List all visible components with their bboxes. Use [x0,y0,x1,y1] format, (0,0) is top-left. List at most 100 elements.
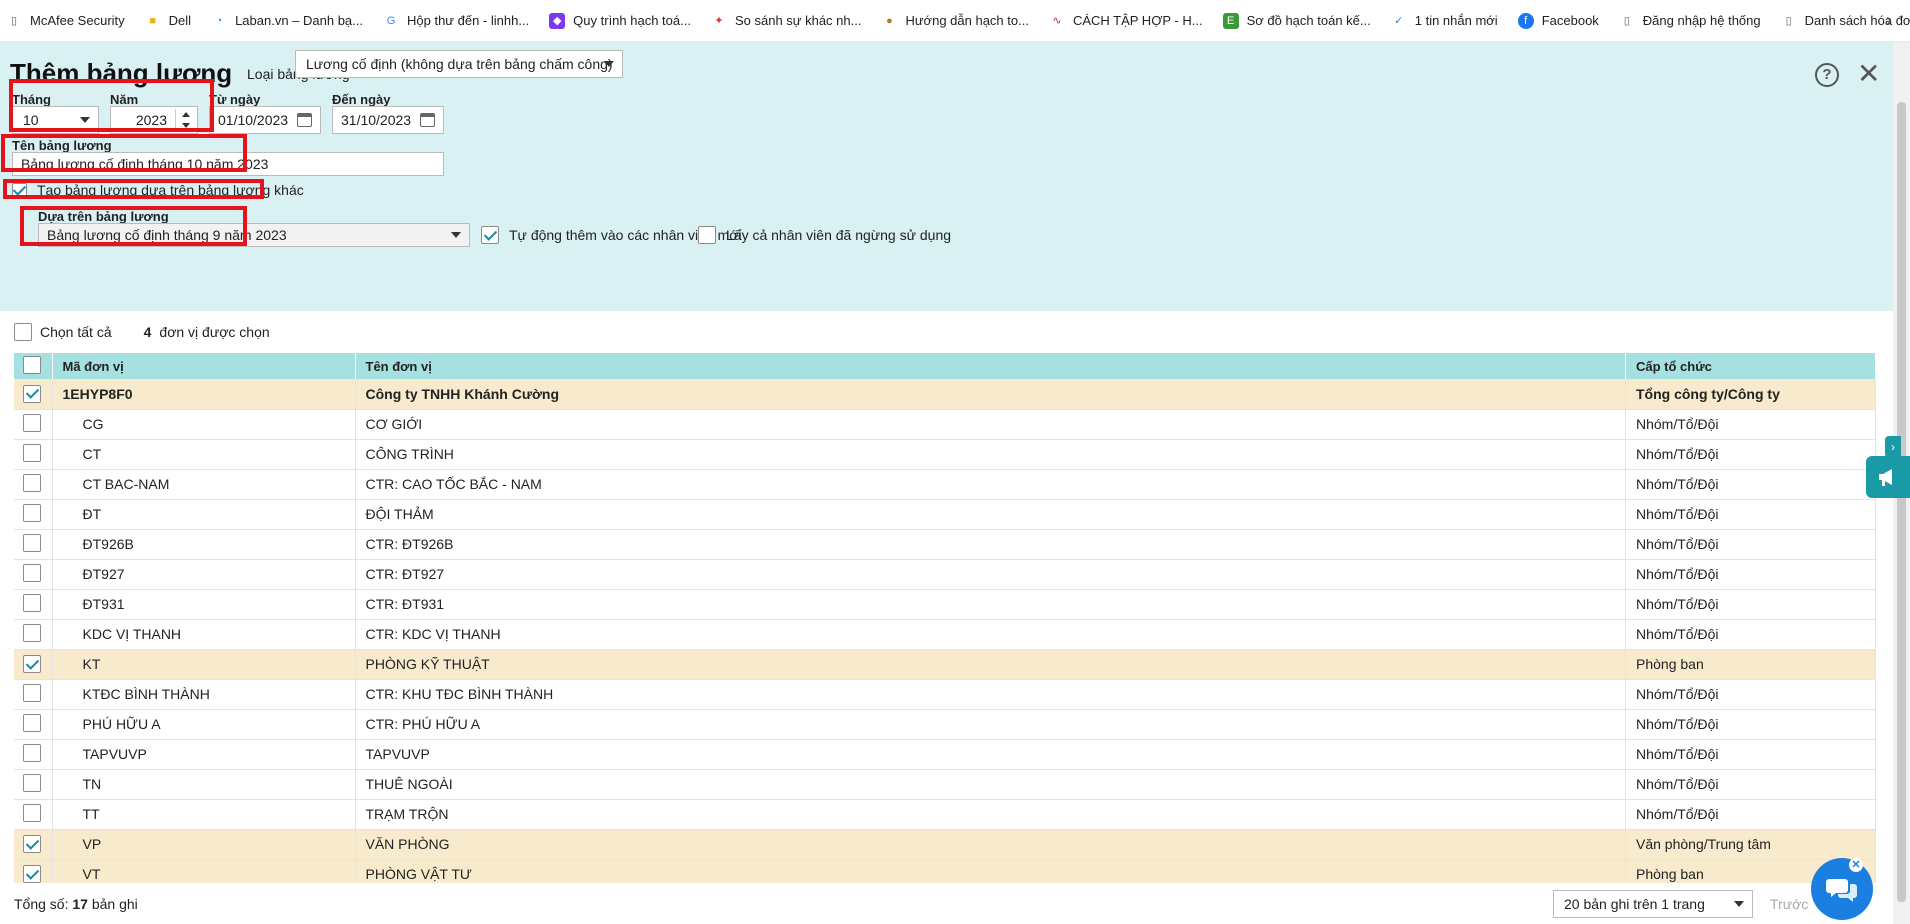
unit-code-cell: CT [52,439,356,470]
select-all-checkbox[interactable] [14,323,32,341]
selected-count: 4 đơn vị được chọn [144,324,270,340]
org-level-cell: Nhóm/Tổ/Đội [1625,799,1876,830]
table-row[interactable]: KDC VỊ THANH CTR: KDC VỊ THANH Nhóm/Tổ/Đội [14,619,1876,650]
bookmark-item[interactable]: ◆ Quy trình hạch toá... [549,12,691,29]
from-date-input[interactable]: 01/10/2023 [209,106,321,134]
bookmark-item[interactable]: ✦ So sánh sự khác nh... [711,13,861,29]
bookmark-item[interactable]: G Hộp thư đến - linhh... [383,13,529,29]
row-checkbox-cell [14,649,53,680]
table-row[interactable]: VT PHÒNG VẬT TƯ Phòng ban [14,859,1876,883]
payroll-name-input[interactable]: Bảng lương cố định tháng 10 năm 2023 [12,152,444,176]
row-checkbox[interactable] [23,803,41,822]
include-inactive-checkbox[interactable]: Lấy cả nhân viên đã ngừng sử dụng [698,226,951,244]
table-row[interactable]: TAPVUVP TAPVUVP Nhóm/Tổ/Đội [14,739,1876,770]
col-unit-name[interactable]: Tên đơn vị [355,353,1626,379]
unit-code-cell: CT BAC-NAM [52,469,356,500]
bookmark-item[interactable]: f Facebook [1517,12,1599,29]
year-stepper[interactable]: 2023 [110,106,198,134]
bookmark-label: Hộp thư đến - linhh... [407,13,530,28]
bookmark-label: Sơ đồ hạch toán kế... [1246,13,1371,28]
table-row[interactable]: VP VĂN PHÒNG Văn phòng/Trung tâm [14,829,1876,860]
col-unit-code[interactable]: Mã đơn vị [52,353,356,379]
bookmark-item[interactable]: ■ Dell [145,13,191,29]
table-row[interactable]: CG CƠ GIỚI Nhóm/Tổ/Đội [14,409,1876,440]
bookmark-item[interactable]: ∿ CÁCH TẬP HỢP - H... [1049,13,1202,29]
stepper-arrows-icon[interactable] [175,109,195,131]
close-icon[interactable]: ✕ [1857,60,1880,88]
row-checkbox[interactable] [23,443,41,462]
announcement-button[interactable] [1866,456,1910,498]
calendar-icon[interactable] [297,113,312,127]
chat-button[interactable] [1811,858,1873,920]
row-checkbox[interactable] [23,835,41,853]
side-panel-toggle-icon[interactable]: › [1885,436,1901,458]
row-checkbox[interactable] [23,773,41,792]
col-org-level[interactable]: Cấp tổ chức [1625,353,1876,379]
row-checkbox[interactable] [23,413,41,432]
bookmark-item[interactable]: ✓ 1 tin nhắn mới [1391,13,1498,29]
help-icon[interactable]: ? [1815,63,1839,87]
payroll-type-select[interactable]: Lương cố định (không dựa trên bảng chấm … [295,50,623,78]
table-row[interactable]: TN THUÊ NGOÀI Nhóm/Tổ/Đội [14,769,1876,800]
table-row[interactable]: CT BAC-NAM CTR: CAO TỐC BẮC - NAM Nhóm/Tổ/… [14,469,1876,500]
bookmark-item[interactable]: E Sơ đồ hạch toán kế... [1222,12,1371,29]
table-row[interactable]: ĐT ĐỘI THẢM Nhóm/Tổ/Đội [14,499,1876,530]
unit-name-cell: CTR: KHU TĐC BÌNH THÀNH [355,679,1626,710]
unit-name-cell: THUÊ NGOÀI [355,769,1626,800]
scrollbar-thumb[interactable] [1897,102,1906,902]
table-row[interactable]: KT PHÒNG KỸ THUẬT Phòng ban [14,649,1876,680]
checkbox-unchecked-icon[interactable] [698,226,716,244]
month-select[interactable]: 10 [12,106,99,134]
calendar-icon[interactable] [420,113,435,127]
chat-close-icon[interactable]: ✕ [1849,858,1863,872]
to-date-input[interactable]: 31/10/2023 [332,106,444,134]
org-level-cell: Nhóm/Tổ/Đội [1625,589,1876,620]
unit-code-cell: KDC VỊ THANH [52,619,356,650]
based-on-other-checkbox[interactable]: Tạo bảng lương dựa trên bảng lương khác [12,182,304,198]
checkbox-checked-icon[interactable] [481,226,499,244]
page-size-select[interactable]: 20 bản ghi trên 1 trang [1553,890,1753,918]
row-checkbox-cell [14,529,53,560]
based-on-select[interactable]: Bảng lương cố định tháng 9 năm 2023 [38,223,470,247]
row-checkbox[interactable] [23,623,41,642]
unit-code-cell: 1EHYP8F0 [52,379,356,410]
from-date-label: Từ ngày [209,92,261,107]
table-row[interactable]: 1EHYP8F0 Công ty TNHH Khánh Cường Tổng côn… [14,379,1876,410]
table-row[interactable]: PHÚ HỮU A CTR: PHÚ HỮU A Nhóm/Tổ/Đội [14,709,1876,740]
unit-name-cell: CTR: ĐT931 [355,589,1626,620]
row-checkbox[interactable] [23,683,41,702]
table-row[interactable]: KTĐC BÌNH THÀNH CTR: KHU TĐC BÌNH THÀNH Nh… [14,679,1876,710]
table-row[interactable]: CT CÔNG TRÌNH Nhóm/Tổ/Đội [14,439,1876,470]
row-checkbox[interactable] [23,473,41,492]
table-row[interactable]: ĐT926B CTR: ĐT926B Nhóm/Tổ/Đội [14,529,1876,560]
row-checkbox[interactable] [23,865,41,883]
bookmark-item[interactable]: ◔ Laban.vn – Danh bạ... [211,13,363,29]
bookmark-item[interactable]: ▯ Đăng nhập hệ thống [1619,13,1761,29]
bookmarks-more-icon[interactable]: › [1886,10,1892,31]
row-checkbox[interactable] [23,563,41,582]
based-on-other-label: Tạo bảng lương dựa trên bảng lương khác [37,182,304,198]
row-checkbox[interactable] [23,655,41,673]
unit-name-cell: CTR: CAO TỐC BẮC - NAM [355,469,1626,500]
table-row[interactable]: TT TRẠM TRỘN Nhóm/Tổ/Đội [14,799,1876,830]
row-checkbox-cell [14,859,53,883]
row-checkbox[interactable] [23,713,41,732]
total-suffix: bản ghi [91,896,138,912]
org-level-cell: Nhóm/Tổ/Đội [1625,499,1876,530]
checkbox-checked-icon[interactable] [12,182,27,198]
row-checkbox[interactable] [23,533,41,552]
bookmark-item[interactable]: ● Hướng dẫn hạch to... [881,13,1029,29]
unit-code-cell: PHÚ HỮU A [52,709,356,740]
row-checkbox-cell [14,379,53,410]
unit-code-cell: CG [52,409,356,440]
table-row[interactable]: ĐT927 CTR: ĐT927 Nhóm/Tổ/Đội [14,559,1876,590]
table-row[interactable]: ĐT931 CTR: ĐT931 Nhóm/Tổ/Đội [14,589,1876,620]
bookmark-item[interactable]: ▯ McAfee Security [6,13,125,29]
header-checkbox[interactable] [23,355,41,374]
row-checkbox[interactable] [23,384,41,403]
row-checkbox[interactable] [23,503,41,522]
prev-page-button[interactable]: Trước [1770,896,1808,912]
row-checkbox-cell [14,709,53,740]
row-checkbox[interactable] [23,593,41,612]
row-checkbox[interactable] [23,743,41,762]
